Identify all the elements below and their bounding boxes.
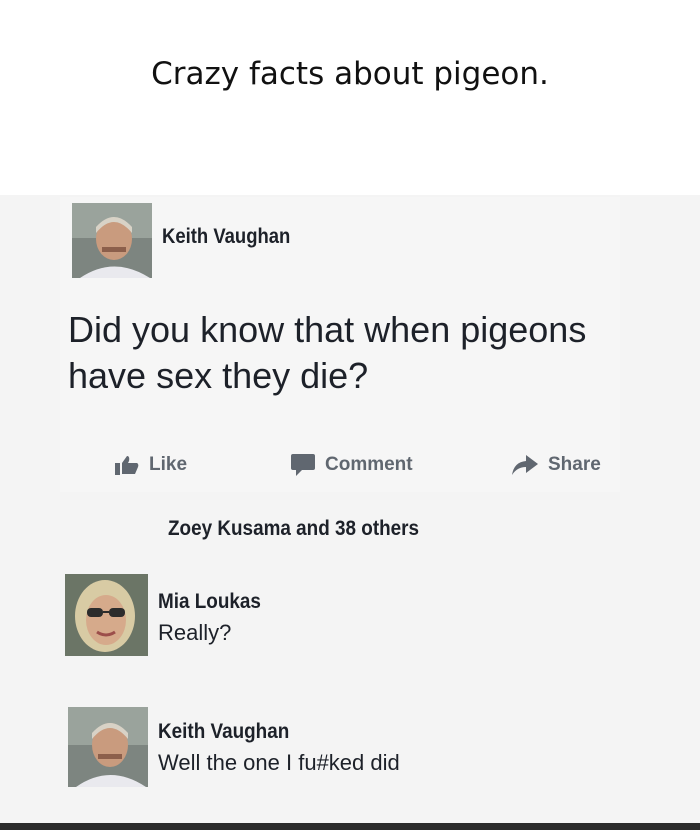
reactions-summary[interactable]: Zoey Kusama and 38 others xyxy=(168,517,419,541)
comment-label: Comment xyxy=(325,454,413,475)
caption-banner: Crazy facts about pigeon. xyxy=(0,0,700,195)
comment-author-mia[interactable]: Mia Loukas xyxy=(158,590,261,614)
comment-icon xyxy=(291,454,315,476)
thumbs-up-icon xyxy=(115,456,139,475)
share-arrow-icon xyxy=(512,455,538,475)
comment-text-keith: Well the one I fu#ked did xyxy=(158,750,400,775)
share-label: Share xyxy=(548,454,601,475)
comment-author-keith[interactable]: Keith Vaughan xyxy=(158,720,289,744)
comment-avatar-keith[interactable] xyxy=(68,707,148,787)
post-author-name[interactable]: Keith Vaughan xyxy=(162,225,290,249)
comment-text-mia: Really? xyxy=(158,620,232,645)
comment-avatar-mia[interactable] xyxy=(65,574,148,656)
like-button[interactable]: Like xyxy=(115,453,187,477)
post-text: Did you know that when pigeons have sex … xyxy=(68,309,587,396)
share-button[interactable]: Share xyxy=(512,453,601,477)
facebook-screenshot: Keith Vaughan Did you know that when pig… xyxy=(0,195,700,830)
caption-text: Crazy facts about pigeon. xyxy=(151,56,549,92)
comment-button[interactable]: Comment xyxy=(291,453,413,477)
post-author-avatar[interactable] xyxy=(72,203,152,278)
like-label: Like xyxy=(149,454,188,475)
bottom-divider xyxy=(0,823,700,830)
